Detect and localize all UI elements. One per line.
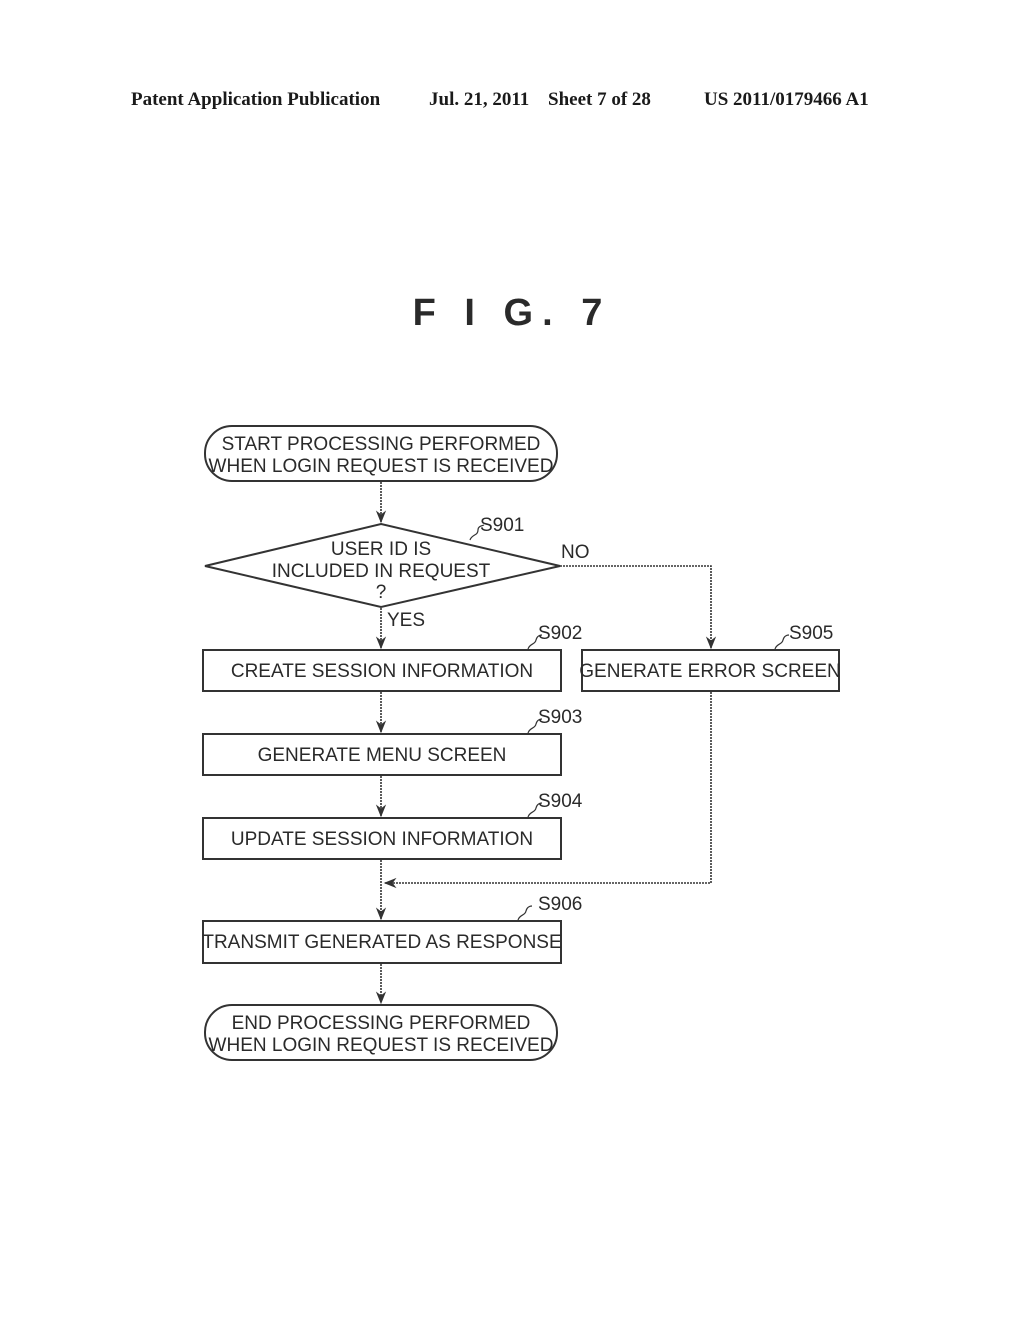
s906-leader	[517, 905, 533, 921]
s902-text: CREATE SESSION INFORMATION	[231, 661, 533, 682]
s905-text: GENERATE ERROR SCREEN	[579, 661, 840, 682]
no-label: NO	[561, 542, 590, 563]
end-text-line2: WHEN LOGIN REQUEST IS RECEIVED	[209, 1035, 554, 1056]
yes-label: YES	[387, 610, 425, 631]
end-text-line1: END PROCESSING PERFORMED	[232, 1013, 531, 1034]
process-s902: CREATE SESSION INFORMATION S902	[202, 623, 582, 692]
decision-text-line1: USER ID IS	[331, 539, 431, 560]
decision-text-line2: INCLUDED IN REQUEST	[272, 561, 491, 582]
s903-text: GENERATE MENU SCREEN	[258, 745, 507, 766]
step-id-s906: S906	[538, 894, 582, 915]
s904-text: UPDATE SESSION INFORMATION	[231, 829, 533, 850]
step-id-s903: S903	[538, 707, 582, 728]
step-id-s902: S902	[538, 623, 582, 644]
decision-text-line3: ?	[376, 582, 387, 603]
s905-leader	[774, 634, 790, 650]
s906-text: TRANSMIT GENERATED AS RESPONSE	[202, 932, 561, 953]
process-s904: UPDATE SESSION INFORMATION S904	[202, 791, 583, 860]
start-terminator: START PROCESSING PERFORMED WHEN LOGIN RE…	[204, 425, 558, 482]
start-text-line2: WHEN LOGIN REQUEST IS RECEIVED	[209, 456, 554, 477]
start-text-line1: START PROCESSING PERFORMED	[222, 434, 541, 455]
process-s903: GENERATE MENU SCREEN S903	[202, 707, 582, 776]
decision-s901: USER ID IS INCLUDED IN REQUEST ? S901 NO…	[204, 515, 590, 631]
step-id-s905: S905	[789, 623, 833, 644]
flowchart: START PROCESSING PERFORMED WHEN LOGIN RE…	[202, 425, 841, 1061]
process-s906: TRANSMIT GENERATED AS RESPONSE S906	[202, 894, 582, 964]
step-id-s904: S904	[538, 791, 583, 812]
end-terminator: END PROCESSING PERFORMED WHEN LOGIN REQU…	[204, 1004, 558, 1061]
process-s905: GENERATE ERROR SCREEN S905	[579, 623, 841, 692]
step-id-s901: S901	[480, 515, 524, 536]
arrow-no-to-s905	[560, 565, 717, 650]
